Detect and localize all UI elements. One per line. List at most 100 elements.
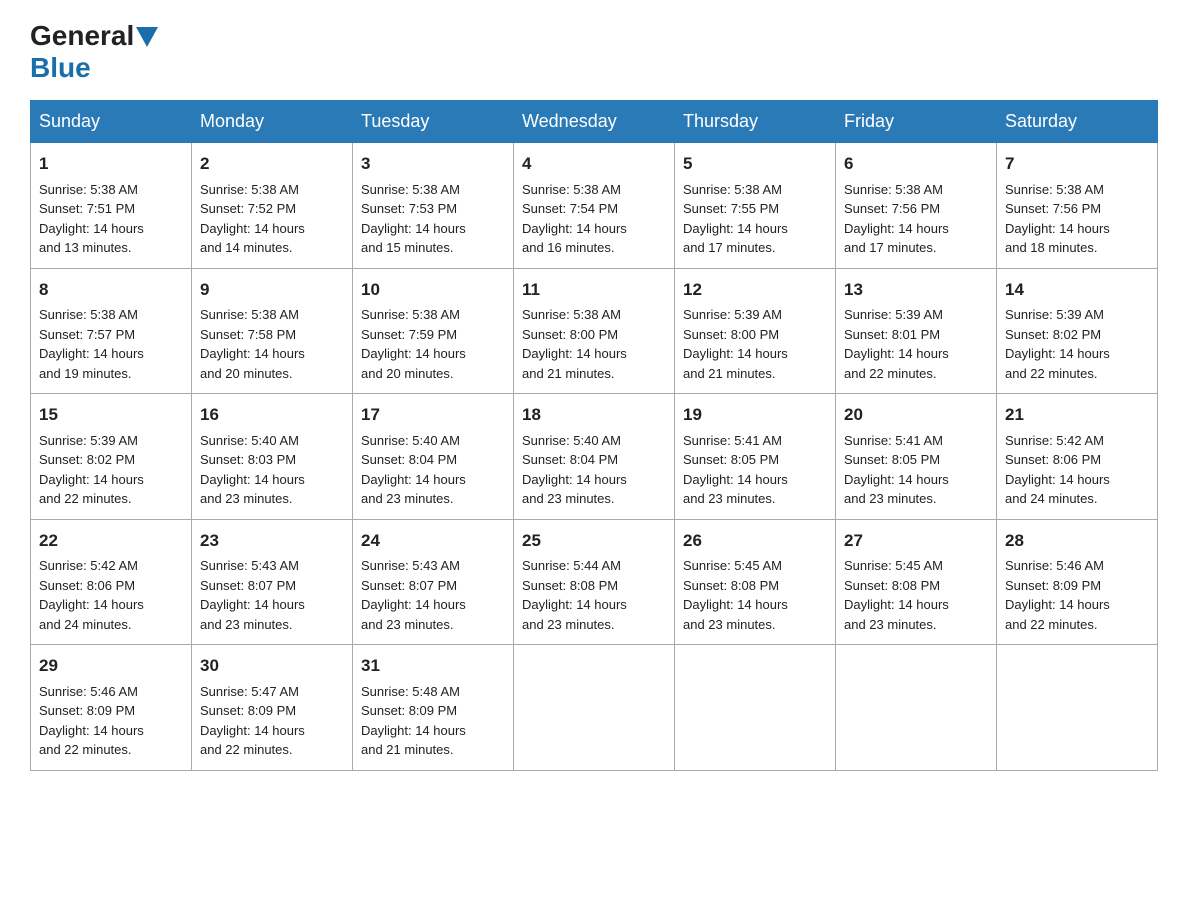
day-number: 30 — [200, 653, 344, 679]
day-info: Sunrise: 5:39 AMSunset: 8:01 PMDaylight:… — [844, 307, 949, 381]
day-number: 3 — [361, 151, 505, 177]
day-info: Sunrise: 5:43 AMSunset: 8:07 PMDaylight:… — [200, 558, 305, 632]
day-number: 26 — [683, 528, 827, 554]
calendar-cell: 18 Sunrise: 5:40 AMSunset: 8:04 PMDaylig… — [514, 394, 675, 520]
calendar-cell: 11 Sunrise: 5:38 AMSunset: 8:00 PMDaylig… — [514, 268, 675, 394]
calendar-cell: 1 Sunrise: 5:38 AMSunset: 7:51 PMDayligh… — [31, 143, 192, 269]
day-number: 19 — [683, 402, 827, 428]
calendar-cell: 20 Sunrise: 5:41 AMSunset: 8:05 PMDaylig… — [836, 394, 997, 520]
day-number: 6 — [844, 151, 988, 177]
calendar-cell: 12 Sunrise: 5:39 AMSunset: 8:00 PMDaylig… — [675, 268, 836, 394]
day-info: Sunrise: 5:42 AMSunset: 8:06 PMDaylight:… — [39, 558, 144, 632]
day-info: Sunrise: 5:38 AMSunset: 7:52 PMDaylight:… — [200, 182, 305, 256]
calendar-cell: 27 Sunrise: 5:45 AMSunset: 8:08 PMDaylig… — [836, 519, 997, 645]
day-number: 15 — [39, 402, 183, 428]
calendar-week-row: 8 Sunrise: 5:38 AMSunset: 7:57 PMDayligh… — [31, 268, 1158, 394]
day-number: 5 — [683, 151, 827, 177]
day-number: 27 — [844, 528, 988, 554]
day-info: Sunrise: 5:38 AMSunset: 7:53 PMDaylight:… — [361, 182, 466, 256]
calendar-cell: 13 Sunrise: 5:39 AMSunset: 8:01 PMDaylig… — [836, 268, 997, 394]
calendar-cell: 17 Sunrise: 5:40 AMSunset: 8:04 PMDaylig… — [353, 394, 514, 520]
weekday-header-thursday: Thursday — [675, 101, 836, 143]
day-info: Sunrise: 5:38 AMSunset: 7:55 PMDaylight:… — [683, 182, 788, 256]
calendar-cell: 2 Sunrise: 5:38 AMSunset: 7:52 PMDayligh… — [192, 143, 353, 269]
weekday-header-saturday: Saturday — [997, 101, 1158, 143]
day-number: 10 — [361, 277, 505, 303]
calendar-cell: 15 Sunrise: 5:39 AMSunset: 8:02 PMDaylig… — [31, 394, 192, 520]
calendar-cell: 30 Sunrise: 5:47 AMSunset: 8:09 PMDaylig… — [192, 645, 353, 771]
day-number: 9 — [200, 277, 344, 303]
day-info: Sunrise: 5:41 AMSunset: 8:05 PMDaylight:… — [683, 433, 788, 507]
day-number: 11 — [522, 277, 666, 303]
weekday-header-row: SundayMondayTuesdayWednesdayThursdayFrid… — [31, 101, 1158, 143]
day-info: Sunrise: 5:38 AMSunset: 7:51 PMDaylight:… — [39, 182, 144, 256]
day-number: 20 — [844, 402, 988, 428]
calendar-cell: 16 Sunrise: 5:40 AMSunset: 8:03 PMDaylig… — [192, 394, 353, 520]
day-number: 23 — [200, 528, 344, 554]
logo: General Blue — [30, 20, 158, 84]
day-number: 8 — [39, 277, 183, 303]
day-number: 25 — [522, 528, 666, 554]
weekday-header-sunday: Sunday — [31, 101, 192, 143]
calendar-cell: 9 Sunrise: 5:38 AMSunset: 7:58 PMDayligh… — [192, 268, 353, 394]
calendar-week-row: 1 Sunrise: 5:38 AMSunset: 7:51 PMDayligh… — [31, 143, 1158, 269]
day-number: 12 — [683, 277, 827, 303]
day-number: 24 — [361, 528, 505, 554]
day-info: Sunrise: 5:38 AMSunset: 7:58 PMDaylight:… — [200, 307, 305, 381]
day-info: Sunrise: 5:39 AMSunset: 8:00 PMDaylight:… — [683, 307, 788, 381]
day-info: Sunrise: 5:40 AMSunset: 8:04 PMDaylight:… — [522, 433, 627, 507]
logo-blue-text: Blue — [30, 52, 91, 83]
day-number: 22 — [39, 528, 183, 554]
calendar-cell: 7 Sunrise: 5:38 AMSunset: 7:56 PMDayligh… — [997, 143, 1158, 269]
day-info: Sunrise: 5:42 AMSunset: 8:06 PMDaylight:… — [1005, 433, 1110, 507]
day-number: 28 — [1005, 528, 1149, 554]
calendar-cell: 6 Sunrise: 5:38 AMSunset: 7:56 PMDayligh… — [836, 143, 997, 269]
day-info: Sunrise: 5:46 AMSunset: 8:09 PMDaylight:… — [1005, 558, 1110, 632]
calendar-cell: 3 Sunrise: 5:38 AMSunset: 7:53 PMDayligh… — [353, 143, 514, 269]
calendar-cell: 14 Sunrise: 5:39 AMSunset: 8:02 PMDaylig… — [997, 268, 1158, 394]
calendar-cell: 25 Sunrise: 5:44 AMSunset: 8:08 PMDaylig… — [514, 519, 675, 645]
day-info: Sunrise: 5:38 AMSunset: 7:56 PMDaylight:… — [1005, 182, 1110, 256]
day-info: Sunrise: 5:46 AMSunset: 8:09 PMDaylight:… — [39, 684, 144, 758]
calendar-cell: 28 Sunrise: 5:46 AMSunset: 8:09 PMDaylig… — [997, 519, 1158, 645]
day-number: 7 — [1005, 151, 1149, 177]
day-info: Sunrise: 5:39 AMSunset: 8:02 PMDaylight:… — [39, 433, 144, 507]
day-info: Sunrise: 5:43 AMSunset: 8:07 PMDaylight:… — [361, 558, 466, 632]
calendar-week-row: 29 Sunrise: 5:46 AMSunset: 8:09 PMDaylig… — [31, 645, 1158, 771]
day-info: Sunrise: 5:41 AMSunset: 8:05 PMDaylight:… — [844, 433, 949, 507]
calendar-week-row: 15 Sunrise: 5:39 AMSunset: 8:02 PMDaylig… — [31, 394, 1158, 520]
calendar-cell: 8 Sunrise: 5:38 AMSunset: 7:57 PMDayligh… — [31, 268, 192, 394]
calendar-cell — [514, 645, 675, 771]
day-info: Sunrise: 5:38 AMSunset: 8:00 PMDaylight:… — [522, 307, 627, 381]
weekday-header-monday: Monday — [192, 101, 353, 143]
day-number: 21 — [1005, 402, 1149, 428]
logo-general-text: General — [30, 20, 134, 52]
day-info: Sunrise: 5:47 AMSunset: 8:09 PMDaylight:… — [200, 684, 305, 758]
day-number: 29 — [39, 653, 183, 679]
logo-arrow-icon — [136, 27, 158, 47]
day-number: 2 — [200, 151, 344, 177]
day-info: Sunrise: 5:48 AMSunset: 8:09 PMDaylight:… — [361, 684, 466, 758]
calendar-cell: 24 Sunrise: 5:43 AMSunset: 8:07 PMDaylig… — [353, 519, 514, 645]
calendar-cell — [675, 645, 836, 771]
day-info: Sunrise: 5:39 AMSunset: 8:02 PMDaylight:… — [1005, 307, 1110, 381]
day-info: Sunrise: 5:44 AMSunset: 8:08 PMDaylight:… — [522, 558, 627, 632]
calendar-cell — [836, 645, 997, 771]
weekday-header-friday: Friday — [836, 101, 997, 143]
calendar-table: SundayMondayTuesdayWednesdayThursdayFrid… — [30, 100, 1158, 771]
day-info: Sunrise: 5:40 AMSunset: 8:03 PMDaylight:… — [200, 433, 305, 507]
day-info: Sunrise: 5:45 AMSunset: 8:08 PMDaylight:… — [844, 558, 949, 632]
day-number: 1 — [39, 151, 183, 177]
calendar-cell: 10 Sunrise: 5:38 AMSunset: 7:59 PMDaylig… — [353, 268, 514, 394]
day-number: 31 — [361, 653, 505, 679]
day-number: 17 — [361, 402, 505, 428]
calendar-cell: 4 Sunrise: 5:38 AMSunset: 7:54 PMDayligh… — [514, 143, 675, 269]
calendar-cell: 22 Sunrise: 5:42 AMSunset: 8:06 PMDaylig… — [31, 519, 192, 645]
calendar-cell: 26 Sunrise: 5:45 AMSunset: 8:08 PMDaylig… — [675, 519, 836, 645]
calendar-week-row: 22 Sunrise: 5:42 AMSunset: 8:06 PMDaylig… — [31, 519, 1158, 645]
weekday-header-tuesday: Tuesday — [353, 101, 514, 143]
day-info: Sunrise: 5:38 AMSunset: 7:56 PMDaylight:… — [844, 182, 949, 256]
day-number: 13 — [844, 277, 988, 303]
page-header: General Blue — [30, 20, 1158, 84]
calendar-cell — [997, 645, 1158, 771]
